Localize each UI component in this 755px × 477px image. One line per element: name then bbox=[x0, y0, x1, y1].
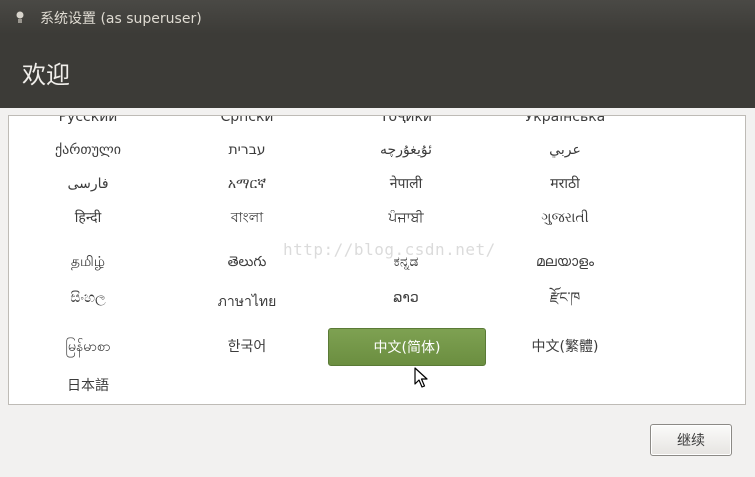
language-item-selected[interactable]: 中文(简体) bbox=[328, 328, 486, 366]
title-bar: 系统设置 (as superuser) bbox=[0, 0, 755, 34]
language-item[interactable]: தமிழ் bbox=[9, 243, 167, 281]
language-list[interactable]: Русский Српски Тоҷикӣ Українська ქართული… bbox=[8, 115, 746, 405]
language-item[interactable]: עברית bbox=[168, 131, 326, 169]
language-item[interactable]: বাংলা bbox=[168, 199, 326, 237]
language-item[interactable]: አማርኛ bbox=[168, 165, 326, 203]
window-title: 系统设置 (as superuser) bbox=[40, 11, 202, 27]
page-header: 欢迎 bbox=[0, 34, 755, 108]
language-item[interactable]: ქართული bbox=[9, 131, 167, 169]
mouse-cursor-icon bbox=[414, 367, 428, 388]
language-item[interactable]: عربي bbox=[486, 131, 644, 169]
app-icon bbox=[16, 11, 24, 23]
language-item[interactable]: 中文(繁體) bbox=[486, 328, 644, 366]
language-item[interactable]: 한국어 bbox=[168, 328, 326, 366]
language-item[interactable]: ਪੰਜਾਬੀ bbox=[327, 199, 485, 237]
language-item[interactable]: മലയാളം bbox=[486, 243, 644, 281]
language-item[interactable]: नेपाली bbox=[327, 165, 485, 203]
language-item[interactable]: မြန်မာစာ bbox=[9, 328, 167, 366]
page-title: 欢迎 bbox=[22, 61, 70, 89]
language-item[interactable]: हिन्दी bbox=[9, 199, 167, 237]
language-item[interactable]: 日本語 bbox=[9, 367, 167, 404]
continue-button[interactable]: 继续 bbox=[650, 424, 732, 456]
language-item[interactable]: ภาษาไทย bbox=[168, 283, 326, 321]
language-item[interactable]: मराठी bbox=[486, 165, 644, 203]
language-item[interactable]: ئۇيغۇرچە bbox=[327, 131, 485, 169]
language-item[interactable]: རྫོང་ཁ bbox=[486, 279, 644, 317]
language-item[interactable]: සිංහල bbox=[9, 279, 167, 317]
language-item[interactable]: ລາວ bbox=[327, 279, 485, 317]
language-item[interactable]: ગુજરાતી bbox=[486, 199, 644, 237]
language-item[interactable]: فارسی bbox=[9, 165, 167, 203]
watermark-text: http://blog.csdn.net/ bbox=[283, 240, 496, 259]
